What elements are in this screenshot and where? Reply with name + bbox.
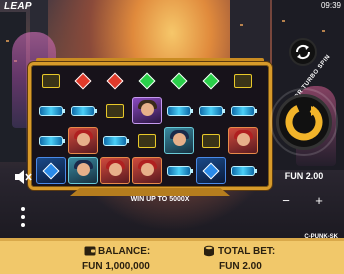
game-scene: LEAP 09:39 WIN UP TO 5000X HOLD FOR TURB…	[0, 0, 344, 274]
reel-cell	[130, 96, 164, 125]
reel-cell	[66, 66, 100, 95]
reel-1	[34, 66, 68, 186]
reel-cell	[130, 156, 164, 185]
reel-cell	[162, 156, 196, 185]
battery-symbol-icon	[167, 105, 193, 116]
gem-red-symbol-icon	[74, 72, 92, 89]
balance-label: BALANCE:	[98, 246, 151, 257]
provider-logo: LEAP	[4, 1, 32, 12]
reel-cell	[66, 96, 100, 125]
gem-green-symbol-icon	[202, 72, 220, 89]
reel-cell	[162, 126, 196, 155]
building-light	[322, 30, 325, 32]
reel-cell	[194, 96, 228, 125]
autoplay-icon	[295, 44, 311, 60]
gem-red-symbol-icon	[106, 72, 124, 89]
menu-icon-dot	[21, 223, 25, 227]
character-teal-symbol-icon	[68, 157, 98, 184]
blue-gem-symbol-icon	[36, 157, 66, 184]
blue-gem-symbol-icon	[196, 157, 226, 184]
chip-symbol-icon	[42, 73, 60, 88]
battery-symbol-icon	[231, 105, 257, 116]
reel-4	[130, 66, 164, 186]
battery-symbol-icon	[231, 165, 257, 176]
reel-6	[194, 66, 228, 186]
bet-amount: FUN 2.00	[284, 171, 324, 181]
reel-cell	[66, 156, 100, 185]
battery-symbol-icon	[71, 105, 97, 116]
chip-symbol-icon	[234, 73, 252, 88]
battery-symbol-icon	[39, 105, 65, 116]
menu-icon-dot	[21, 215, 25, 219]
sound-off-icon	[15, 170, 32, 184]
character-red-symbol-icon	[132, 157, 162, 184]
reel-cell	[194, 66, 228, 95]
reel-bottom-bar	[70, 188, 230, 196]
character-purple-symbol-icon	[132, 97, 162, 124]
reel-cell	[130, 66, 164, 95]
chip-symbol-icon	[138, 133, 156, 148]
character-red-symbol-icon	[100, 157, 130, 184]
battery-symbol-icon	[199, 105, 225, 116]
reel-cell	[34, 126, 68, 155]
increase-bet-button[interactable]: +	[312, 194, 326, 208]
building-light	[240, 24, 243, 26]
building-light	[6, 40, 9, 42]
reel-3	[98, 66, 132, 186]
reel-cell	[162, 96, 196, 125]
footer-strip	[0, 238, 344, 241]
sound-toggle-button[interactable]	[13, 169, 33, 185]
menu-icon	[21, 207, 25, 211]
reel-cell	[34, 156, 68, 185]
reel-cell	[162, 66, 196, 95]
game-code: C-PUNK-SK	[304, 234, 338, 240]
gem-icon	[202, 162, 220, 179]
gem-green-symbol-icon	[170, 72, 188, 89]
reel-cell	[98, 156, 132, 185]
reel-cell	[226, 66, 260, 95]
reel-cell	[194, 156, 228, 185]
reel-2	[66, 66, 100, 186]
reel-cell	[130, 126, 164, 155]
balance-value: FUN 1,000,000	[82, 261, 150, 272]
character-red-symbol-icon	[68, 127, 98, 154]
wallet-icon	[84, 246, 96, 256]
reel-5	[162, 66, 196, 186]
gem-green-symbol-icon	[138, 72, 156, 89]
battery-symbol-icon	[39, 135, 65, 146]
character-teal-symbol-icon	[164, 127, 194, 154]
coins-icon	[204, 245, 214, 257]
decrease-bet-button[interactable]: −	[279, 194, 293, 208]
total-bet-value: FUN 2.00	[219, 261, 262, 272]
menu-button[interactable]	[17, 206, 29, 228]
reel-cell	[98, 66, 132, 95]
spin-icon	[285, 103, 323, 141]
gem-icon	[42, 162, 60, 179]
reel-cell	[66, 126, 100, 155]
chip-symbol-icon	[202, 133, 220, 148]
spin-button[interactable]	[276, 94, 332, 150]
reel-7	[226, 66, 260, 186]
battery-symbol-icon	[167, 165, 193, 176]
win-up-to-text: WIN UP TO 5000X	[130, 196, 190, 203]
reel-cell	[226, 96, 260, 125]
reel-cell	[194, 126, 228, 155]
autoplay-button[interactable]	[289, 38, 317, 66]
chip-symbol-icon	[106, 103, 124, 118]
reel-cell	[226, 126, 260, 155]
footer-bar	[0, 238, 344, 274]
character-red-symbol-icon	[228, 127, 258, 154]
reel-cell	[34, 66, 68, 95]
battery-symbol-icon	[103, 135, 129, 146]
reel-cell	[98, 126, 132, 155]
total-bet-label: TOTAL BET:	[218, 246, 276, 257]
reel-cell	[226, 156, 260, 185]
reel-cell	[34, 96, 68, 125]
top-bar: LEAP 09:39	[0, 0, 344, 14]
reel-cell	[98, 96, 132, 125]
building-light	[282, 20, 285, 22]
status-clock: 09:39	[320, 1, 341, 10]
